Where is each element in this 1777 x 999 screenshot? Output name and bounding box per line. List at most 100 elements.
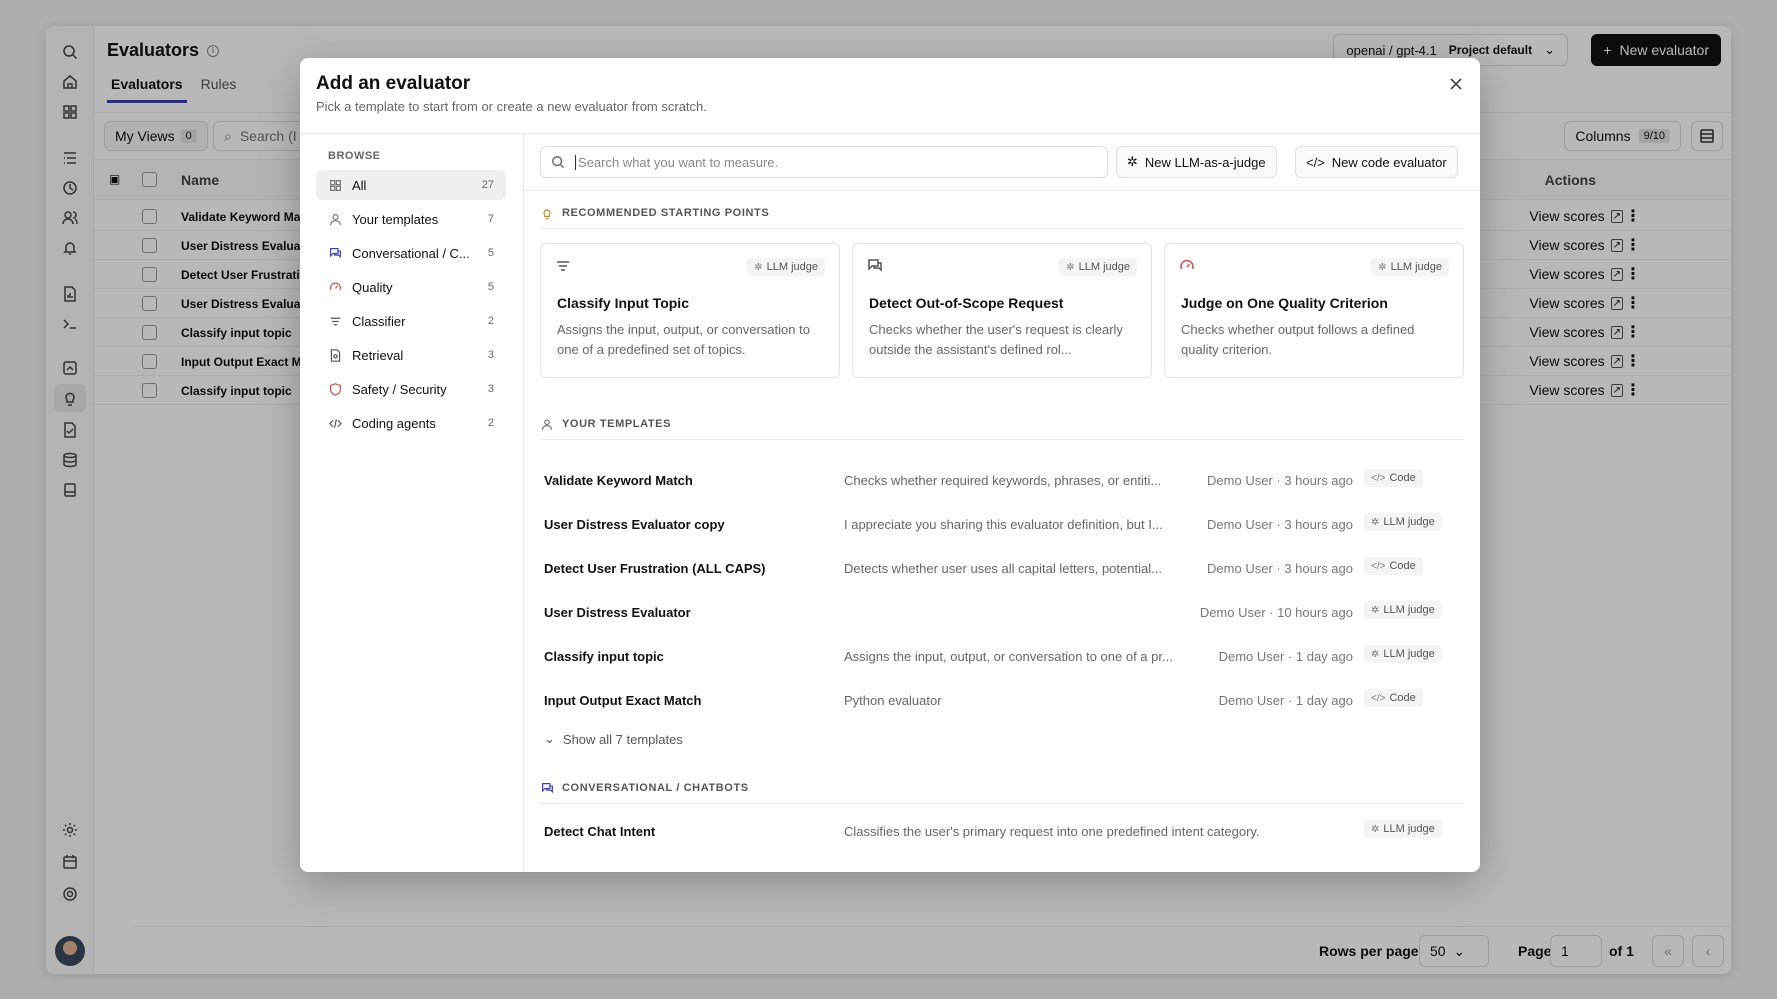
recommended-card[interactable]: ✲ LLM judge Judge on One Quality Criterio… bbox=[1164, 243, 1464, 378]
browse-item-label: Coding agents bbox=[352, 415, 436, 431]
card-description: Checks whether the user's request is cle… bbox=[869, 322, 1123, 357]
browse-item[interactable]: Your templates 7 bbox=[316, 204, 506, 234]
template-row[interactable]: Input Output Exact Match Python evaluator… bbox=[540, 679, 1464, 723]
llm-judge-badge: ✲ LLM judge bbox=[1371, 258, 1449, 276]
browse-item-label: Retrieval bbox=[352, 347, 404, 363]
sparkle-icon: ✲ bbox=[1371, 604, 1380, 616]
gauge-icon bbox=[1179, 258, 1195, 274]
template-row[interactable]: Detect Chat Intent Classifies the user's… bbox=[540, 810, 1464, 854]
code-icon: </> bbox=[1371, 692, 1386, 704]
sparkle-icon: ✲ bbox=[1371, 516, 1380, 528]
browse-item[interactable]: All 27 bbox=[316, 170, 506, 200]
template-row[interactable]: Classify input topic Assigns the input, o… bbox=[540, 635, 1464, 679]
sparkle-icon: ✲ bbox=[1371, 648, 1380, 660]
template-description: Assigns the input, output, or conversati… bbox=[844, 649, 1173, 664]
template-name: Input Output Exact Match bbox=[544, 693, 702, 708]
card-title: Judge on One Quality Criterion bbox=[1181, 295, 1388, 311]
recommended-card[interactable]: ✲ LLM judge Classify Input Topic Assigns … bbox=[540, 243, 840, 378]
template-list: Search what you want to measure. ✲ New LL… bbox=[524, 134, 1480, 872]
code-icon: </> bbox=[1371, 560, 1386, 572]
browse-item[interactable]: Classifier 2 bbox=[316, 306, 506, 336]
browse-item-count: 5 bbox=[487, 281, 494, 293]
divider bbox=[524, 190, 1480, 191]
browse-item[interactable]: Safety / Security 3 bbox=[316, 374, 506, 404]
filter-icon bbox=[328, 314, 342, 328]
template-description: Checks whether required keywords, phrase… bbox=[844, 473, 1162, 488]
template-name: Detect Chat Intent bbox=[544, 824, 656, 839]
browse-item-count: 2 bbox=[487, 315, 494, 327]
add-evaluator-modal: Add an evaluator Pick a template to star… bbox=[300, 58, 1480, 872]
modal-title: Add an evaluator bbox=[316, 73, 471, 94]
browse-item[interactable]: Quality 5 bbox=[316, 272, 506, 302]
code-badge: </> Code bbox=[1364, 557, 1423, 575]
template-meta: Demo User · 3 hours ago bbox=[1207, 473, 1353, 488]
template-name: User Distress Evaluator bbox=[544, 605, 691, 620]
search-icon bbox=[552, 156, 565, 169]
browse-item[interactable]: Coding agents 2 bbox=[316, 408, 506, 438]
close-icon[interactable] bbox=[1446, 74, 1466, 94]
code-icon: </> bbox=[1306, 154, 1325, 170]
template-description: Detects whether user uses all capital le… bbox=[844, 561, 1162, 576]
template-row[interactable]: Detect User Frustration (ALL CAPS) Detect… bbox=[540, 547, 1464, 591]
modal-subtitle: Pick a template to start from or create … bbox=[316, 99, 707, 114]
new-code-evaluator-button[interactable]: </> New code evaluator bbox=[1295, 146, 1458, 178]
template-meta: Demo User · 10 hours ago bbox=[1199, 605, 1353, 620]
modal-body: BROWSE All 27 Your templates 7 Conversationa… bbox=[300, 133, 1480, 872]
browse-item-label: All bbox=[352, 177, 367, 193]
template-name: Detect User Frustration (ALL CAPS) bbox=[544, 561, 766, 576]
user-icon bbox=[328, 212, 342, 226]
template-meta: Demo User · 3 hours ago bbox=[1207, 517, 1353, 532]
recommended-card[interactable]: ✲ LLM judge Detect Out-of-Scope Request C… bbox=[852, 243, 1152, 378]
sparkle-icon: ✲ bbox=[754, 261, 763, 273]
browse-item[interactable]: Retrieval 3 bbox=[316, 340, 506, 370]
template-meta: Demo User · 3 hours ago bbox=[1207, 561, 1353, 576]
template-name: User Distress Evaluator copy bbox=[544, 517, 725, 532]
sparkle-icon: ✲ bbox=[1378, 261, 1387, 273]
show-all-templates-button[interactable]: ⌄ Show all 7 templates bbox=[544, 731, 683, 747]
llm-judge-badge: ✲ LLM judge bbox=[747, 258, 825, 276]
browse-item-label: Safety / Security bbox=[352, 381, 447, 397]
code-badge: </> Code bbox=[1364, 469, 1423, 487]
your-templates-section-header: YOUR TEMPLATES bbox=[540, 417, 1464, 440]
gauge-icon bbox=[328, 280, 342, 294]
browse-label: BROWSE bbox=[328, 150, 381, 162]
browse-item-label: Your templates bbox=[352, 211, 439, 227]
card-description: Assigns the input, output, or conversati… bbox=[557, 322, 810, 357]
llm-judge-badge: ✲ LLM judge bbox=[1364, 513, 1442, 531]
browse-item-label: Quality bbox=[352, 279, 393, 295]
card-title: Classify Input Topic bbox=[557, 295, 689, 311]
code-badge: </> Code bbox=[1364, 689, 1423, 707]
template-name: Classify input topic bbox=[544, 649, 664, 664]
llm-judge-badge: ✲ LLM judge bbox=[1364, 601, 1442, 619]
browse-item-count: 5 bbox=[487, 247, 494, 259]
llm-judge-badge: ✲ LLM judge bbox=[1364, 820, 1442, 838]
llm-judge-badge: ✲ LLM judge bbox=[1364, 645, 1442, 663]
browse-item-count: 3 bbox=[487, 383, 494, 395]
template-meta: Demo User · 1 day ago bbox=[1218, 693, 1353, 708]
template-description: I appreciate you sharing this evaluator … bbox=[844, 517, 1163, 532]
browse-item-label: Classifier bbox=[352, 313, 406, 329]
llm-judge-badge: ✲ LLM judge bbox=[1059, 258, 1137, 276]
sparkle-icon: ✲ bbox=[1127, 154, 1138, 169]
template-search-input[interactable]: Search what you want to measure. bbox=[540, 146, 1108, 178]
chat-icon bbox=[328, 246, 342, 260]
template-row[interactable]: Validate Keyword Match Checks whether req… bbox=[540, 459, 1464, 503]
code-icon bbox=[328, 416, 342, 430]
code-icon: </> bbox=[1371, 472, 1386, 484]
document-search-icon bbox=[328, 348, 342, 362]
user-icon bbox=[540, 417, 554, 431]
chat-icon bbox=[867, 258, 883, 274]
new-llm-judge-button[interactable]: ✲ New LLM-as-a-judge bbox=[1116, 146, 1277, 178]
card-description: Checks whether output follows a defined … bbox=[1181, 322, 1415, 357]
browse-item-count: 2 bbox=[487, 417, 494, 429]
browse-item-count: 3 bbox=[487, 349, 494, 361]
recommended-section-header: RECOMMENDED STARTING POINTS bbox=[540, 206, 1464, 229]
template-row[interactable]: User Distress Evaluator copy I appreciate… bbox=[540, 503, 1464, 547]
template-description: Python evaluator bbox=[844, 693, 942, 708]
template-description: Classifies the user's primary request in… bbox=[844, 824, 1260, 839]
sparkle-icon: ✲ bbox=[1066, 261, 1075, 273]
browse-item[interactable]: Conversational / C... 5 bbox=[316, 238, 506, 268]
browse-sidebar: BROWSE All 27 Your templates 7 Conversationa… bbox=[300, 134, 524, 872]
card-title: Detect Out-of-Scope Request bbox=[869, 295, 1064, 311]
template-row[interactable]: User Distress Evaluator Demo User · 10 ho… bbox=[540, 591, 1464, 635]
